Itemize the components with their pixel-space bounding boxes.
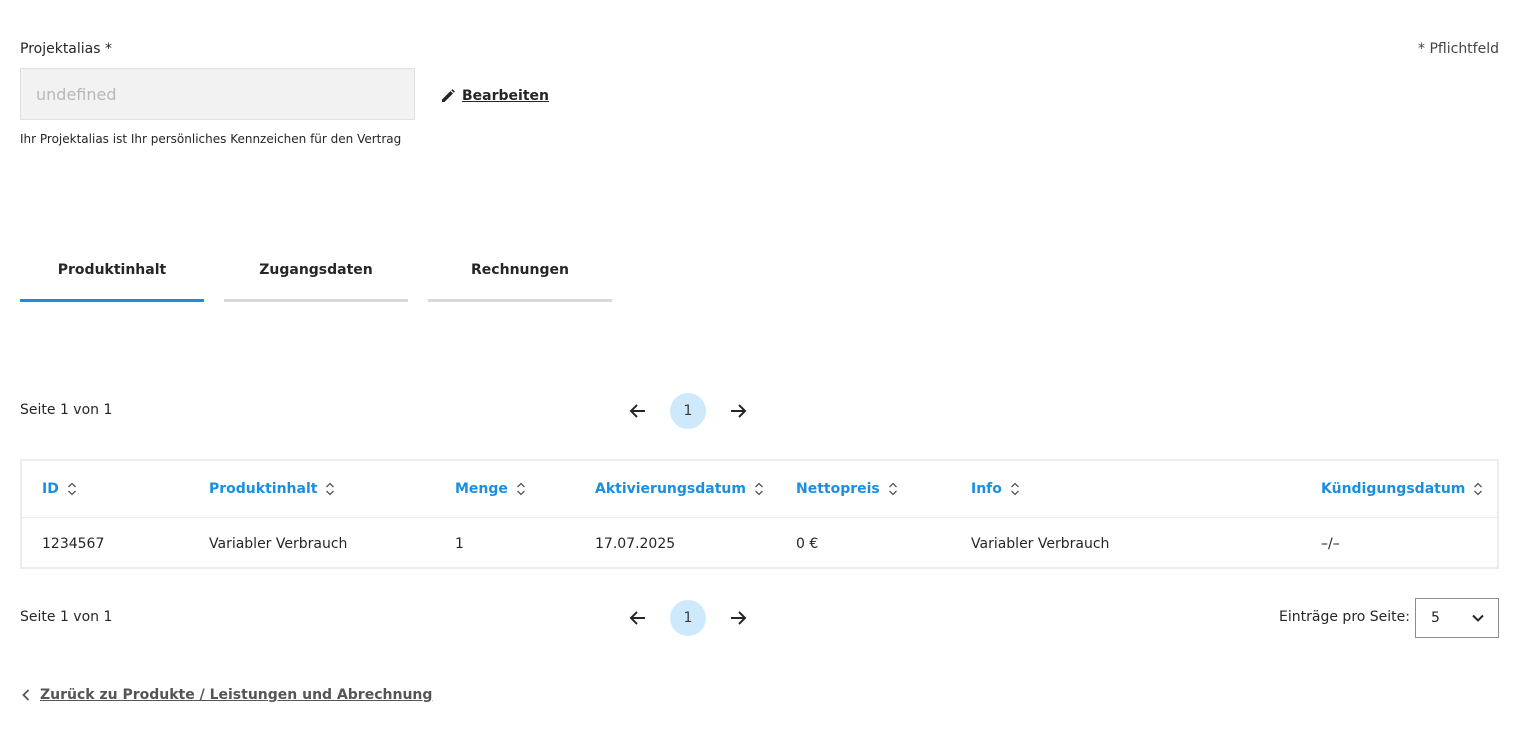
cell-menge: 1 — [455, 535, 464, 552]
cell-id: 1234567 — [42, 535, 105, 552]
sort-icon — [1010, 482, 1019, 496]
next-page-button[interactable] — [720, 600, 756, 636]
column-header-info[interactable]: Info — [971, 461, 1020, 517]
column-header-kuendigungsdatum[interactable]: Kündigungsdatum — [1321, 461, 1483, 517]
alias-hint: Ihr Projektalias ist Ihr persönliches Ke… — [20, 132, 402, 146]
cell-info: Variabler Verbrauch — [971, 535, 1110, 552]
entries-per-page-value: 5 — [1431, 610, 1440, 626]
arrow-right-icon — [731, 404, 747, 418]
column-header-nettopreis[interactable]: Nettopreis — [796, 461, 898, 517]
entries-per-page-label: Einträge pro Seite: — [1279, 609, 1410, 625]
sort-icon — [1474, 482, 1483, 496]
alias-label: Projektalias * — [20, 41, 112, 57]
sort-icon — [326, 482, 335, 496]
page-number-1[interactable]: 1 — [670, 600, 706, 636]
back-link-label: Zurück zu Produkte / Leistungen und Abre… — [40, 687, 433, 703]
prev-page-button[interactable] — [620, 393, 656, 429]
column-header-label: Nettopreis — [796, 481, 880, 497]
cell-nettopreis: 0 € — [796, 535, 819, 552]
arrow-left-icon — [629, 611, 645, 625]
column-header-label: Info — [971, 481, 1002, 497]
sort-icon — [755, 482, 763, 496]
chevron-left-icon — [22, 689, 30, 701]
tab-rechnungen[interactable]: Rechnungen — [428, 250, 612, 302]
page-info-bottom: Seite 1 von 1 — [20, 609, 113, 625]
arrow-left-icon — [629, 404, 645, 418]
column-header-menge[interactable]: Menge — [455, 461, 526, 517]
column-header-produktinhalt[interactable]: Produktinhalt — [209, 461, 335, 517]
column-header-id[interactable]: ID — [42, 461, 77, 517]
arrow-right-icon — [731, 611, 747, 625]
column-header-label: Produktinhalt — [209, 481, 318, 497]
column-header-label: Menge — [455, 481, 508, 497]
cell-produktinhalt: Variabler Verbrauch — [209, 535, 348, 552]
pagination-bottom: 1 — [620, 600, 756, 636]
edit-button[interactable]: Bearbeiten — [440, 88, 549, 104]
back-link[interactable]: Zurück zu Produkte / Leistungen und Abre… — [22, 687, 432, 703]
page-info-top: Seite 1 von 1 — [20, 402, 113, 418]
tab-zugangsdaten[interactable]: Zugangsdaten — [224, 250, 408, 302]
product-table: ID Produktinhalt Menge Aktivierungsdatum… — [20, 459, 1499, 569]
next-page-button[interactable] — [720, 393, 756, 429]
cell-aktivierungsdatum: 17.07.2025 — [595, 535, 676, 552]
sort-icon — [516, 482, 525, 496]
sort-icon — [888, 482, 897, 496]
required-note: * Pflichtfeld — [1418, 41, 1499, 57]
cell-kuendigungsdatum: –/– — [1321, 535, 1340, 552]
entries-per-page-select[interactable]: 5 — [1415, 598, 1499, 638]
column-header-aktivierungsdatum[interactable]: Aktivierungsdatum — [595, 461, 764, 517]
pencil-icon — [442, 89, 455, 102]
sort-icon — [67, 482, 76, 496]
edit-button-label: Bearbeiten — [462, 88, 549, 104]
column-header-label: Aktivierungsdatum — [595, 481, 746, 497]
column-header-label: Kündigungsdatum — [1321, 481, 1466, 497]
chevron-down-icon — [1472, 614, 1484, 622]
prev-page-button[interactable] — [620, 600, 656, 636]
alias-input[interactable] — [20, 68, 415, 120]
pagination-top: 1 — [620, 393, 756, 429]
column-header-label: ID — [42, 481, 59, 497]
page-number-1[interactable]: 1 — [670, 393, 706, 429]
tab-produktinhalt[interactable]: Produktinhalt — [20, 250, 204, 302]
